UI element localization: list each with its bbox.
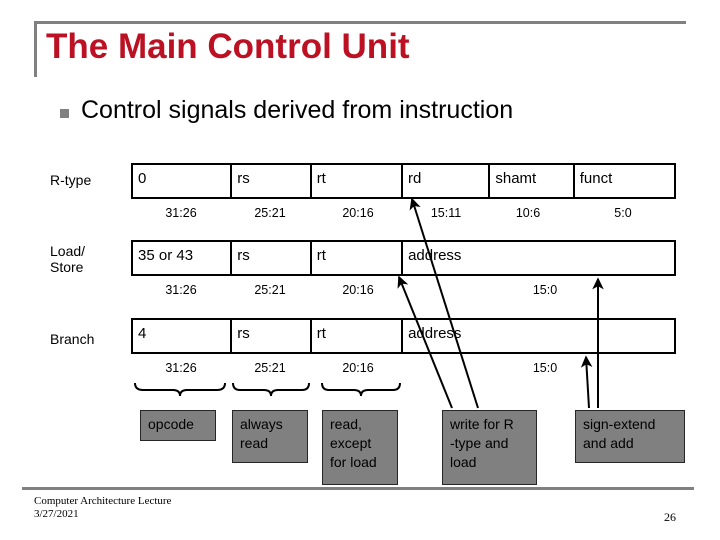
bits-r-5-0: 5:0 <box>614 206 632 220</box>
bits-ls-31-26: 31:26 <box>165 283 197 297</box>
instruction-format-r-type: 0 rs rt rd shamt funct <box>131 163 676 199</box>
bits-ls-25-21: 25:21 <box>254 283 286 297</box>
bits-br-15-0: 15:0 <box>532 361 558 375</box>
callout-opcode: opcode <box>140 410 216 441</box>
footer-text: Computer Architecture Lecture 3/27/2021 <box>34 495 171 521</box>
field-r-opcode: 0 <box>133 165 233 197</box>
arrow-write-to-rd <box>409 197 479 409</box>
bits-r-20-16: 20:16 <box>342 206 374 220</box>
bits-r-31-26: 31:26 <box>165 206 197 220</box>
field-r-rd: rd <box>403 165 491 197</box>
footer-divider <box>22 487 694 490</box>
bits-r-25-21: 25:21 <box>254 206 286 220</box>
field-ls-rt: rt <box>312 242 404 274</box>
square-bullet-icon <box>60 109 69 118</box>
field-br-address: address <box>408 325 462 342</box>
field-ls-rs: rs <box>232 242 312 274</box>
callout-write-for-r-type-and-load: write for R -type and load <box>442 410 537 485</box>
field-r-rt: rt <box>312 165 404 197</box>
field-ls-opcode: 35 or 43 <box>133 242 233 274</box>
format-label-r-type: R-type <box>50 172 92 188</box>
bits-ls-20-16: 20:16 <box>342 283 374 297</box>
bits-r-10-6: 10:6 <box>515 206 541 220</box>
format-label-load-store: Load/ Store <box>50 243 86 275</box>
brace-opcode <box>134 382 226 397</box>
slide: The Main Control Unit Control signals de… <box>0 0 720 540</box>
title-accent-left-rule <box>34 21 37 77</box>
field-r-rs: rs <box>232 165 312 197</box>
instruction-format-branch: 4 rs rt address <box>131 318 676 354</box>
field-ls-address: address <box>408 247 462 264</box>
footer-line-1: Computer Architecture Lecture <box>34 495 172 507</box>
bullet-item-label: Control signals derived from instruction <box>81 96 514 124</box>
field-br-opcode: 4 <box>133 320 233 352</box>
bits-ls-15-0: 15:0 <box>532 283 558 297</box>
bits-br-20-16: 20:16 <box>342 361 374 375</box>
instruction-format-load-store: 35 or 43 rs rt address <box>131 240 676 276</box>
callout-read-except-for-load: read, except for load <box>322 410 398 485</box>
page-title: The Main Control Unit <box>46 27 410 66</box>
bits-r-15-11: 15:11 <box>430 206 462 220</box>
callout-sign-extend-and-add: sign-extend and add <box>575 410 685 463</box>
footer-line-2: 3/27/2021 <box>34 508 79 520</box>
callout-always-read: always read <box>232 410 308 463</box>
field-r-funct: funct <box>579 170 613 187</box>
brace-read-except-for-load <box>321 382 401 397</box>
field-br-rt: rt <box>312 320 404 352</box>
field-br-rs: rs <box>232 320 312 352</box>
title-accent-top-rule <box>34 21 686 24</box>
bullet-item: Control signals derived from instruction <box>60 96 513 125</box>
field-r-shamt: shamt <box>490 165 575 197</box>
brace-always-read <box>232 382 310 397</box>
format-label-branch: Branch <box>50 331 95 347</box>
bits-br-25-21: 25:21 <box>254 361 286 375</box>
bits-br-31-26: 31:26 <box>165 361 197 375</box>
page-number: 26 <box>664 510 676 524</box>
